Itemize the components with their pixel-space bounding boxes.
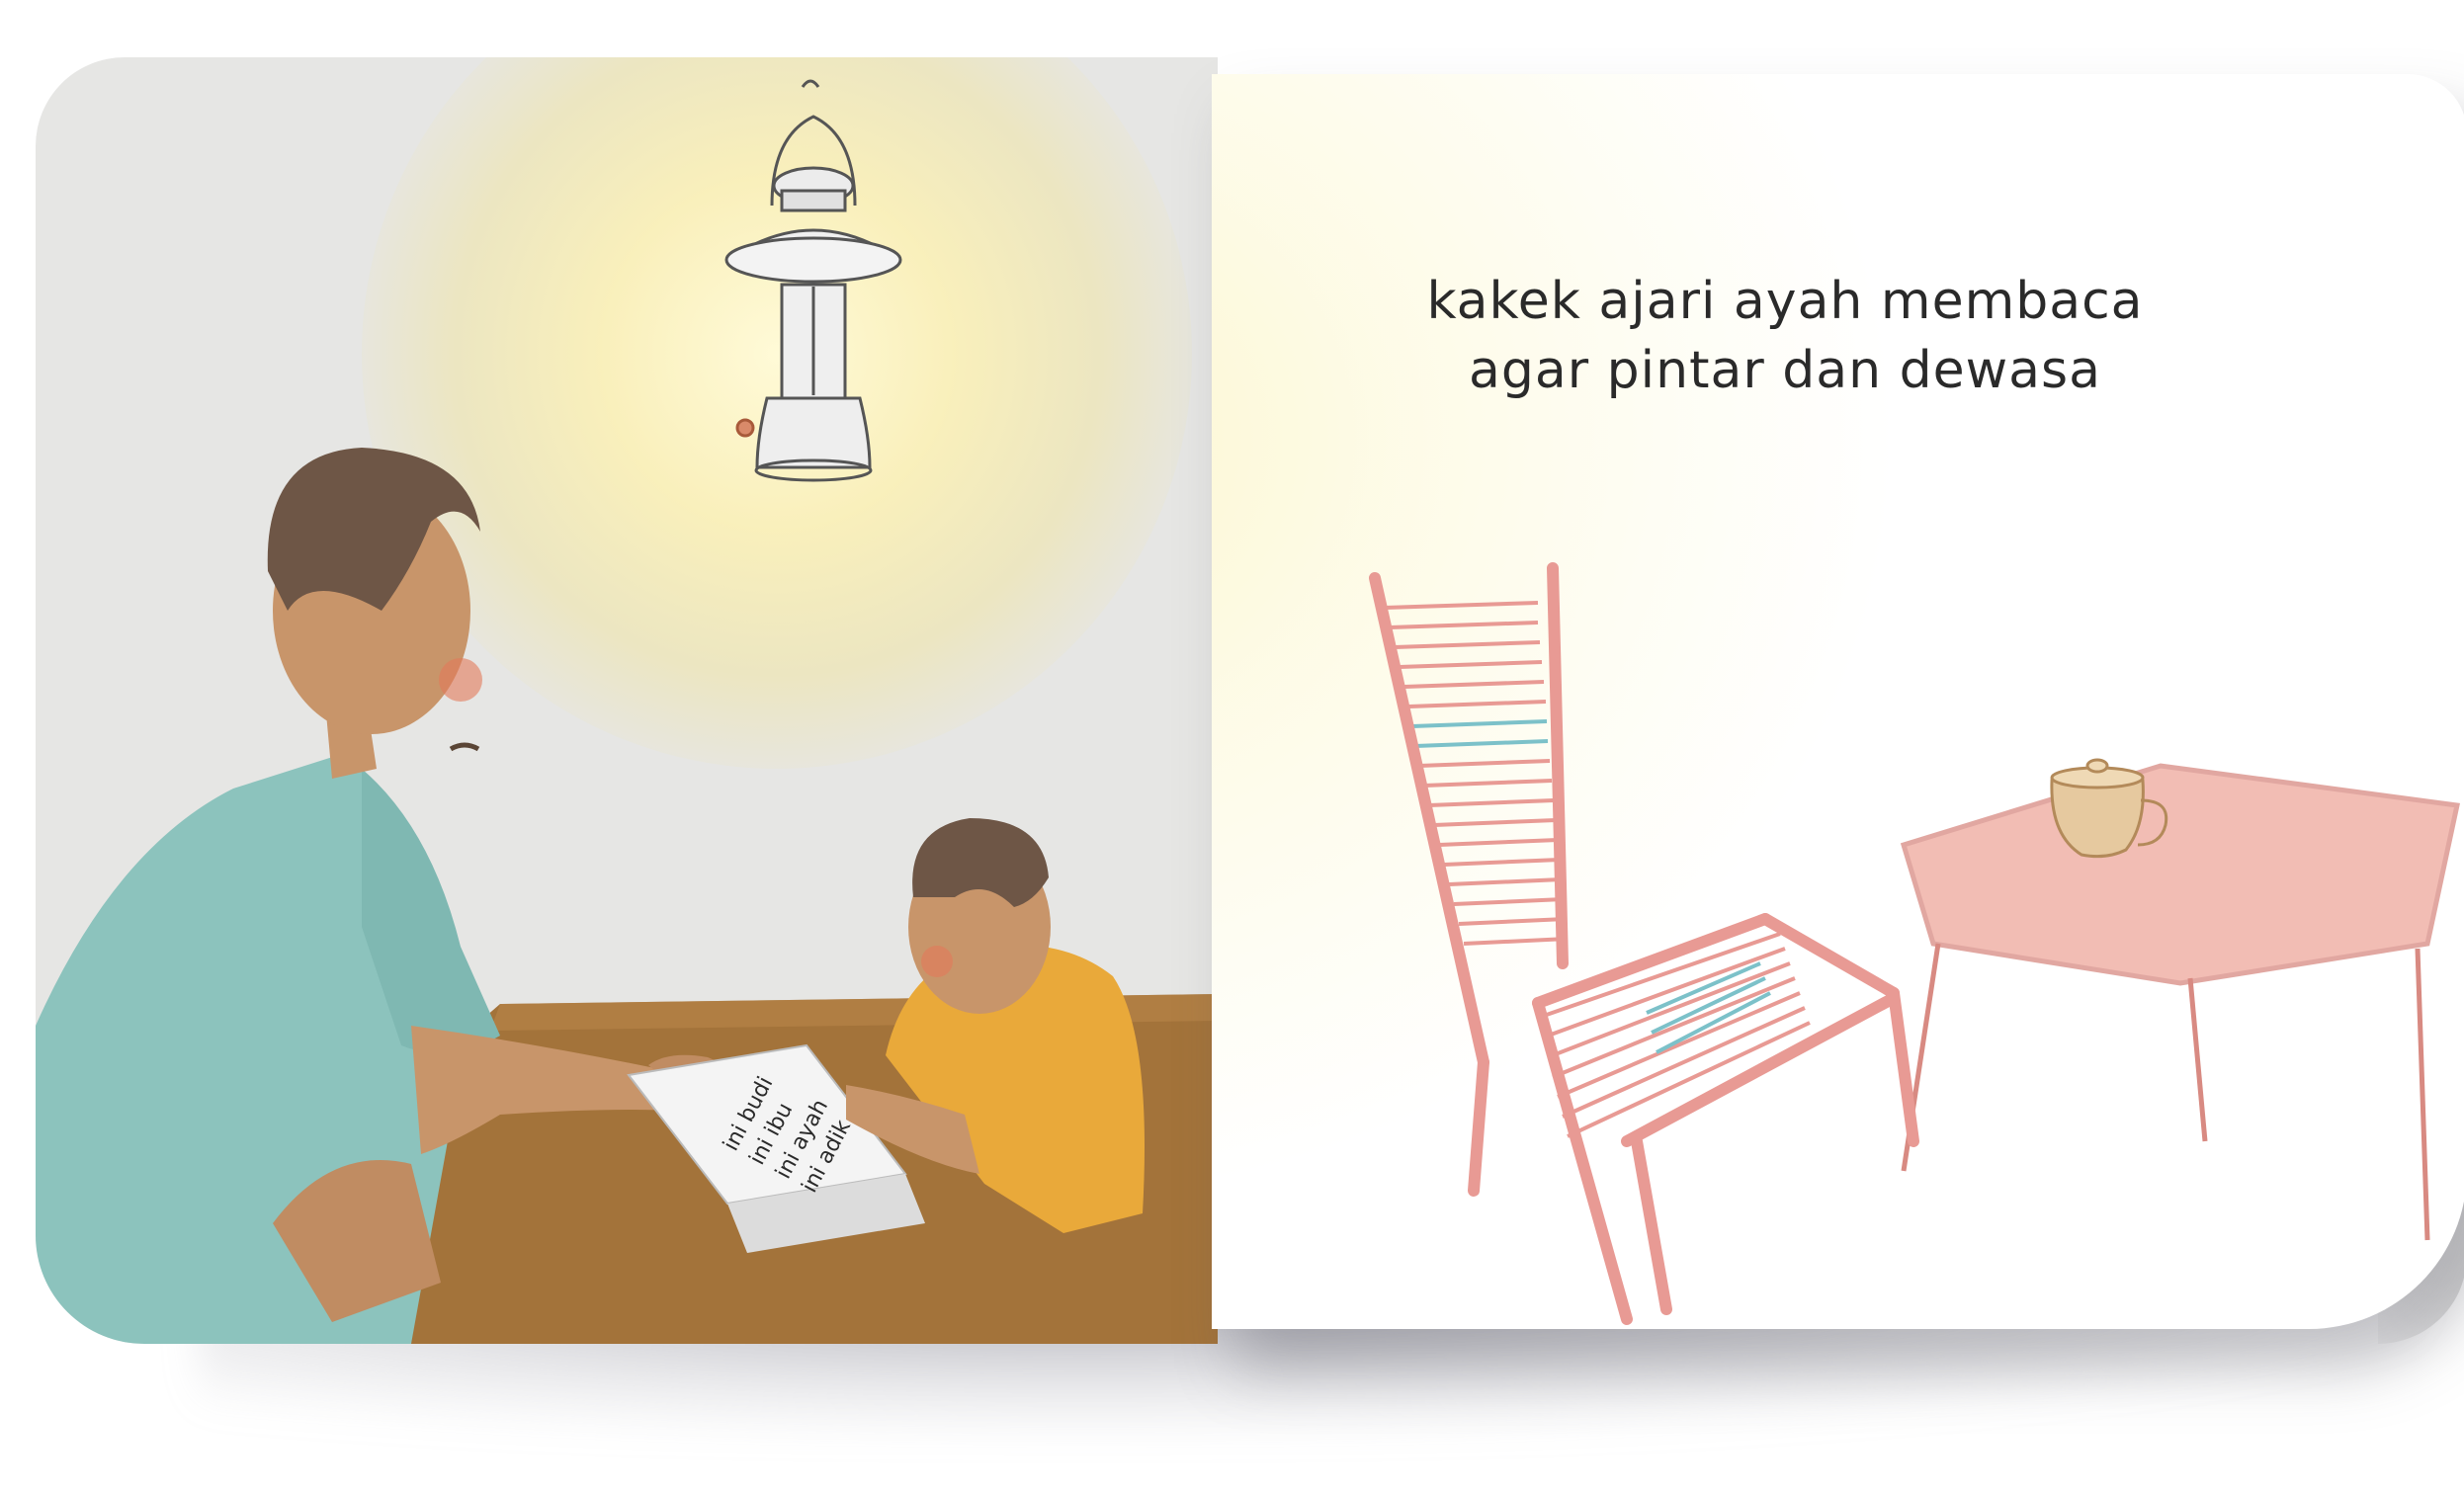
lantern-icon [724, 79, 902, 482]
right-page: kakek ajari ayah membaca agar pintar dan… [1212, 74, 2464, 1329]
open-board-book: ini budi ini ibu ini ayah ini adik kakek… [36, 40, 2464, 1364]
right-page-illustration [1369, 562, 2461, 1325]
left-page: ini budi ini ibu ini ayah ini adik [36, 57, 1218, 1344]
side-table [1900, 763, 2461, 1241]
left-page-illustration: ini budi ini ibu ini ayah ini adik [36, 79, 1218, 1344]
rope-chair [1369, 562, 1919, 1325]
